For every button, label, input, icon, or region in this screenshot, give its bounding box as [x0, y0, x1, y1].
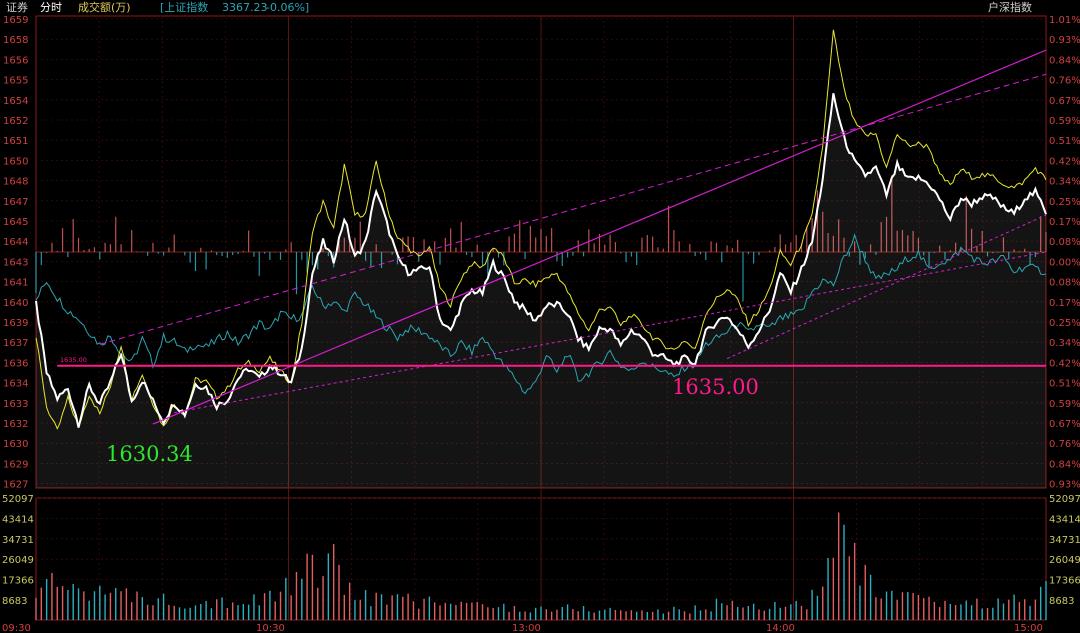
percent-axis-label: 0.67%: [1049, 96, 1080, 107]
volume-axis-label: 43414: [2, 514, 34, 525]
percent-axis-label: 0.67%: [1049, 419, 1080, 430]
price-axis-label: 1643: [3, 257, 28, 268]
price-axis-label: 1655: [3, 76, 28, 87]
volume-axis-label: 34731: [1049, 535, 1080, 546]
low-price-annotation: 1630.34: [106, 442, 193, 466]
volume-unit-label: 成交额(万): [78, 1, 131, 14]
time-axis-label: 10:30: [256, 623, 285, 633]
percent-axis-label: 0.84%: [1049, 459, 1080, 470]
index-value: 3367.23: [222, 1, 268, 14]
volume-axis-label: 26049: [1049, 555, 1080, 566]
percent-axis-label: 0.34%: [1049, 177, 1080, 188]
volume-axis-label: 52097: [2, 494, 34, 505]
percent-axis-label: 0.42%: [1049, 156, 1080, 167]
percent-axis-label: 0.34%: [1049, 338, 1080, 349]
time-axis-label: 13:00: [512, 623, 541, 633]
price-axis-label: 1644: [3, 237, 28, 248]
percent-axis-label: 0.51%: [1049, 136, 1080, 147]
index-label[interactable]: [上证指数: [160, 0, 208, 16]
volume-axis-label: 34731: [2, 535, 34, 546]
stock-name: 证券: [6, 1, 28, 14]
right-index-label[interactable]: 户深指数: [988, 0, 1032, 16]
volume-axis-label: 8683: [1049, 596, 1074, 607]
price-axis-label: 1629: [3, 459, 28, 470]
chart-header: 证券 分时 成交额(万) [上证指数 3367.23 -0.06%] 户深指数: [0, 0, 1080, 16]
percent-axis-label: 0.42%: [1049, 358, 1080, 369]
price-axis-label: 1637: [3, 338, 28, 349]
support-level-tag: 1635.00: [60, 356, 87, 364]
percent-axis-label: 0.08%: [1049, 278, 1080, 289]
price-axis-label: 1634: [3, 379, 28, 390]
percent-axis-label: 0.93%: [1049, 480, 1080, 491]
price-axis-label: 1627: [3, 480, 28, 491]
price-axis-label: 1658: [3, 35, 28, 46]
time-axis-label: 09:30: [2, 623, 31, 633]
percent-axis-label: 0.17%: [1049, 298, 1080, 309]
price-axis-label: 1633: [3, 399, 28, 410]
price-axis-label: 1652: [3, 116, 28, 127]
price-axis-label: 1654: [3, 96, 28, 107]
volume-axis-label: 17366: [2, 576, 34, 587]
volume-axis-label: 26049: [2, 555, 34, 566]
mode-label[interactable]: 分时: [40, 0, 62, 16]
volume-axis-label: 17366: [1049, 576, 1080, 587]
percent-axis-label: 0.25%: [1049, 318, 1080, 329]
price-axis-label: 1651: [3, 136, 28, 147]
volume-axis-label: 52097: [1049, 494, 1080, 505]
price-axis-label: 1648: [3, 177, 28, 188]
price-axis-label: 1641: [3, 278, 28, 289]
percent-axis-label: 0.76%: [1049, 439, 1080, 450]
percent-axis-label: 0.25%: [1049, 197, 1080, 208]
price-axis-label: 1632: [3, 419, 28, 430]
price-axis-label: 1647: [3, 197, 28, 208]
price-axis-label: 1636: [3, 358, 28, 369]
percent-axis-label: 0.59%: [1049, 399, 1080, 410]
volume-axis-label: 43414: [1049, 514, 1080, 525]
percent-axis-label: 0.59%: [1049, 116, 1080, 127]
price-axis-label: 1640: [3, 298, 28, 309]
price-axis-label: 1639: [3, 318, 28, 329]
percent-axis-label: 0.93%: [1049, 35, 1080, 46]
percent-axis-label: 0.84%: [1049, 55, 1080, 66]
support-level-annotation: 1635.00: [672, 375, 759, 399]
price-axis-label: 1645: [3, 217, 28, 228]
time-axis-label: 14:00: [766, 623, 795, 633]
intraday-chart[interactable]: 1659 1658 1656 1655 1654 1652 1651 1650 1648 1647…: [0, 0, 1080, 633]
price-axis-label: 1656: [3, 55, 28, 66]
index-change: -0.06%]: [266, 1, 310, 14]
percent-axis-label: 0.08%: [1049, 237, 1080, 248]
volume-axis-label: 8683: [2, 596, 27, 607]
percent-axis-label: 1.01%: [1049, 15, 1080, 26]
percent-axis-label: 0.76%: [1049, 76, 1080, 87]
percent-axis-label: 0.51%: [1049, 379, 1080, 390]
percent-axis-label: 0.17%: [1049, 217, 1080, 228]
percent-axis-label: 0.00%: [1049, 257, 1080, 268]
price-axis-label: 1650: [3, 156, 28, 167]
time-axis-label: 15:00: [1014, 623, 1043, 633]
price-axis-label: 1659: [3, 15, 28, 26]
price-axis-label: 1630: [3, 439, 28, 450]
